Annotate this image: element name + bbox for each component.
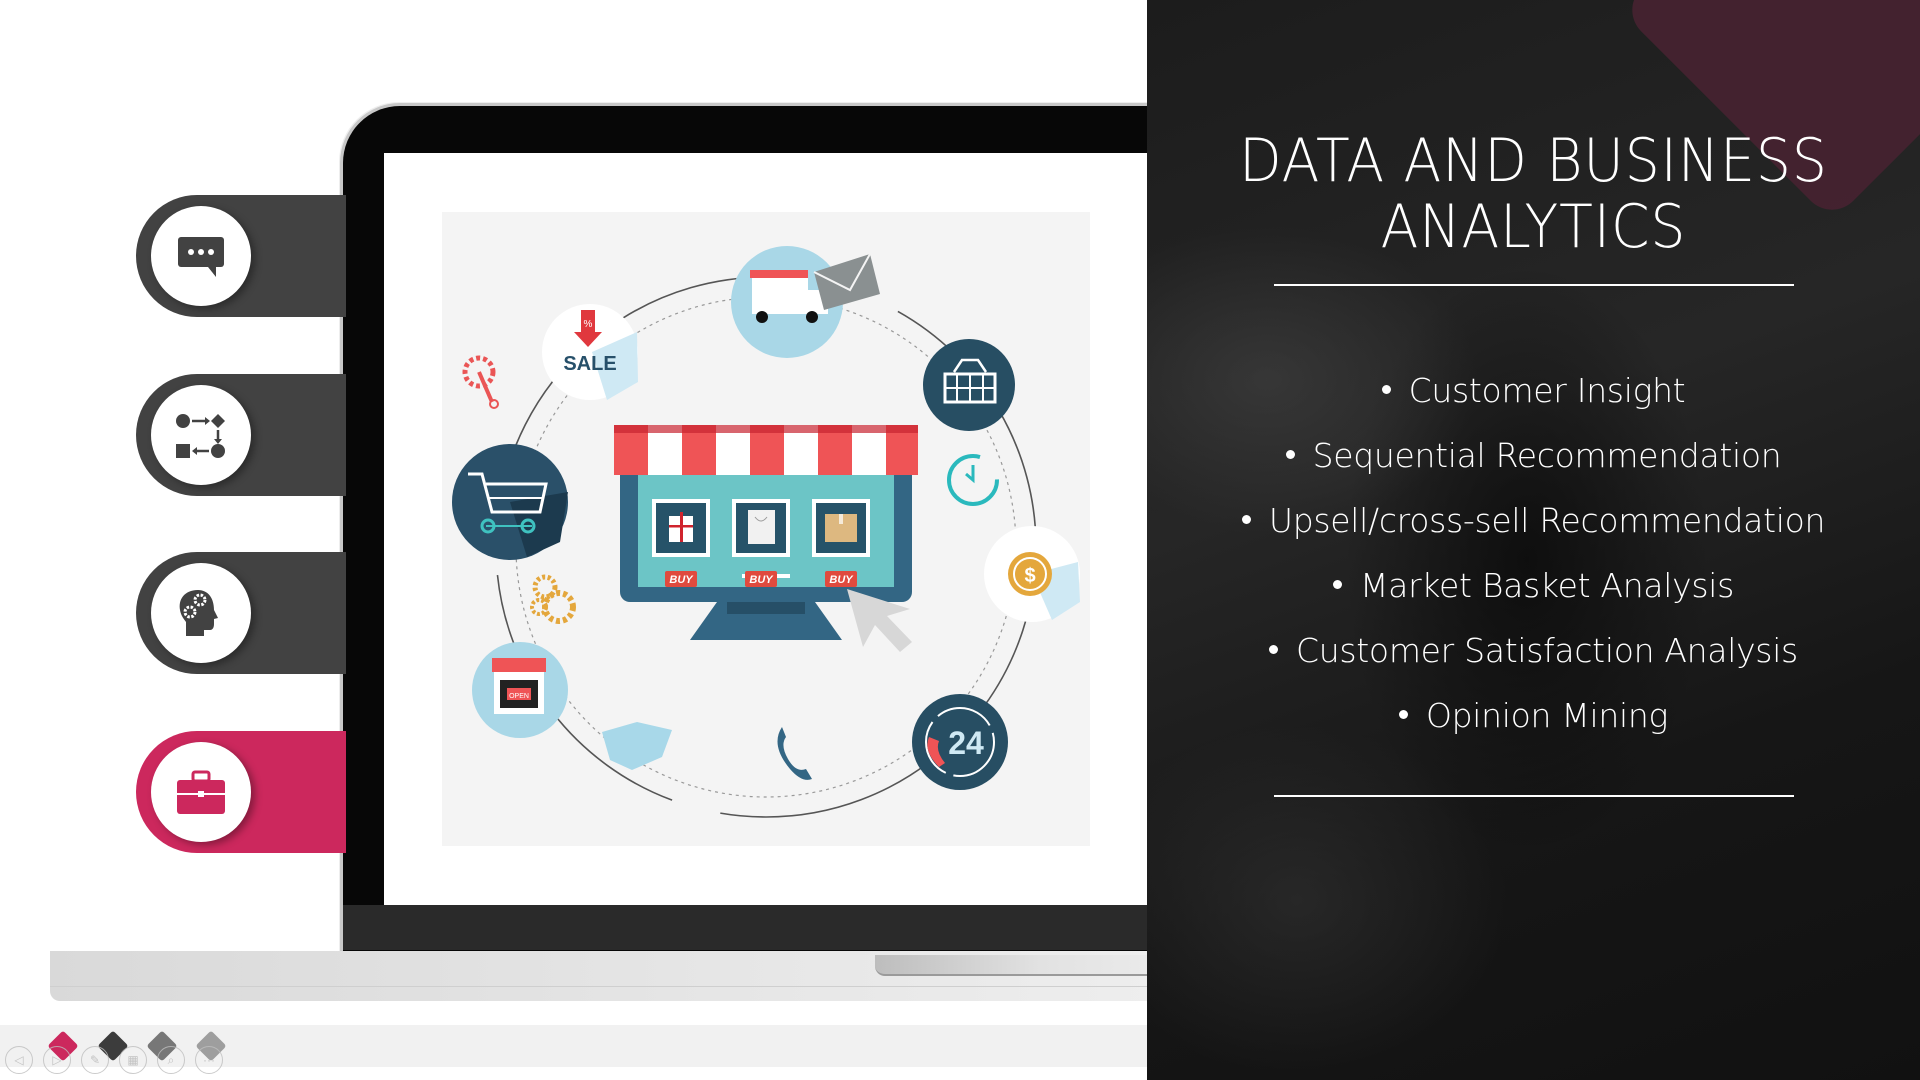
open-sign-label: OPEN	[509, 693, 529, 700]
bullet-item: Opinion Mining	[1180, 683, 1887, 748]
timer-icon	[947, 454, 999, 506]
pen-button[interactable]: ✎	[81, 1046, 109, 1074]
laptop-notch	[875, 955, 1175, 976]
shopping-cart-icon	[452, 444, 568, 560]
wrench-gear-icon	[462, 355, 499, 409]
tab-communication[interactable]	[136, 195, 346, 317]
bullet-item: Sequential Recommendation	[1180, 423, 1887, 488]
previous-slide-button[interactable]: ◁	[5, 1046, 33, 1074]
divider-top	[1274, 284, 1794, 286]
currency-symbol: $	[1024, 565, 1035, 587]
previous-icon: ◁	[14, 1053, 24, 1067]
slide-title: DATA AND BUSINESS ANALYTICS	[1208, 128, 1858, 260]
divider-bottom	[1274, 795, 1794, 797]
tab-disc	[151, 742, 251, 842]
bullet-text: Upsell/cross-sell Recommendation	[1268, 501, 1826, 540]
bullet-item: Market Basket Analysis	[1180, 553, 1887, 618]
sale-label: SALE	[563, 353, 616, 375]
briefcase-icon	[177, 770, 225, 814]
tab-thinking[interactable]	[136, 552, 346, 674]
magnifier-icon: ⌕	[167, 1052, 175, 1067]
bullet-list: Customer Insight Sequential Recommendati…	[1180, 358, 1887, 748]
storefront-monitor-icon: BUY BUY BUY	[614, 425, 918, 652]
open-shop-icon: OPEN	[472, 642, 568, 738]
bullet-item: Customer Insight	[1180, 358, 1887, 423]
title-line-2: ANALYTICS	[1380, 192, 1687, 262]
zoom-button[interactable]: ⌕	[157, 1046, 185, 1074]
tab-business[interactable]	[136, 731, 346, 853]
more-icon: ···	[203, 1053, 215, 1067]
bullet-dot	[1241, 515, 1251, 524]
tab-disc	[151, 563, 251, 663]
tab-process[interactable]	[136, 374, 346, 496]
dollar-coin-icon: $	[984, 526, 1080, 622]
shopping-basket-icon	[923, 339, 1015, 431]
buy-label: BUY	[749, 574, 774, 586]
slide-sorter-button[interactable]: ▦	[119, 1046, 147, 1074]
next-icon: ▷	[52, 1053, 62, 1067]
next-slide-button[interactable]: ▷	[43, 1046, 71, 1074]
title-line-1: DATA AND BUSINESS	[1239, 126, 1828, 196]
laptop-bezel	[343, 905, 1163, 950]
bullet-text: Opinion Mining	[1425, 696, 1668, 735]
ecommerce-illustration: BUY BUY BUY % SALE $ OPEN 24	[442, 212, 1090, 846]
bullet-text: Market Basket Analysis	[1360, 566, 1734, 605]
bullet-dot	[1398, 710, 1408, 719]
bullet-text: Sequential Recommendation	[1312, 436, 1782, 475]
slide: BUY BUY BUY % SALE $ OPEN 24 DATA AND BU…	[0, 0, 1920, 1080]
bullet-dot	[1269, 645, 1279, 654]
bullet-item: Upsell/cross-sell Recommendation	[1180, 488, 1887, 553]
pen-icon: ✎	[89, 1053, 101, 1067]
handshake-icon	[602, 722, 672, 770]
tab-disc	[151, 206, 251, 306]
bullet-dot	[1285, 450, 1295, 459]
bullet-text: Customer Insight	[1408, 371, 1686, 410]
head-gears-icon	[179, 590, 218, 636]
gears-icon	[530, 574, 576, 624]
support-hours-label: 24	[948, 725, 984, 761]
process-flow-icon	[176, 414, 225, 458]
bullet-text: Customer Satisfaction Analysis	[1296, 631, 1798, 670]
chat-bubble-icon	[178, 237, 224, 277]
bullet-item: Customer Satisfaction Analysis	[1180, 618, 1887, 683]
awning	[614, 425, 918, 475]
grid-icon: ▦	[127, 1053, 139, 1067]
more-options-button[interactable]: ···	[195, 1046, 223, 1074]
buy-label: BUY	[829, 574, 854, 586]
ecommerce-illustration-svg: BUY BUY BUY % SALE $ OPEN 24	[452, 246, 1080, 818]
tab-disc	[151, 385, 251, 485]
sale-tag-icon: % SALE	[542, 304, 638, 400]
buy-label: BUY	[669, 574, 694, 586]
bullet-dot	[1381, 385, 1391, 394]
bullet-dot	[1333, 580, 1342, 589]
phone-icon	[777, 727, 812, 780]
support-24h-icon: 24	[912, 694, 1008, 790]
percent-label: %	[584, 319, 593, 330]
